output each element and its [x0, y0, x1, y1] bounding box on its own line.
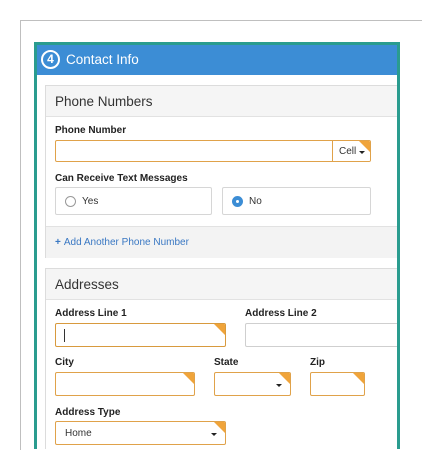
radio-option-yes[interactable]: Yes — [55, 187, 212, 215]
radio-no-label: No — [249, 196, 262, 207]
radio-checked-icon[interactable] — [232, 196, 243, 207]
addresses-section-title: Addresses — [55, 277, 119, 292]
radio-unchecked-icon[interactable] — [65, 196, 76, 207]
phone-number-label: Phone Number — [55, 125, 127, 136]
phone-section-title: Phone Numbers — [55, 94, 153, 109]
phone-numbers-section: Phone Numbers Phone Number Cell Can Rece… — [45, 85, 397, 258]
text-messages-label: Can Receive Text Messages — [55, 173, 188, 184]
phone-section-header: Phone Numbers — [46, 86, 397, 117]
panel-header: 4 Contact Info — [37, 45, 397, 75]
required-indicator-icon — [213, 422, 225, 438]
contact-info-panel: 4 Contact Info Phone Numbers Phone Numbe… — [34, 42, 400, 449]
address-line1-input[interactable] — [55, 323, 226, 347]
required-indicator-icon — [278, 373, 290, 389]
text-cursor — [64, 329, 65, 342]
radio-option-no[interactable]: No — [222, 187, 371, 215]
address-type-dropdown[interactable]: Home — [55, 421, 226, 445]
addresses-section-header: Addresses — [46, 269, 397, 300]
state-dropdown[interactable] — [214, 372, 291, 396]
radio-yes-label: Yes — [82, 196, 99, 207]
address-line2-label: Address Line 2 — [245, 308, 317, 319]
address-type-label: Address Type — [55, 407, 121, 418]
phone-type-dropdown[interactable]: Cell — [332, 141, 370, 161]
state-label: State — [214, 357, 239, 368]
panel-title: Contact Info — [66, 52, 139, 67]
phone-type-value: Cell — [339, 146, 357, 157]
step-badge: 4 — [41, 50, 60, 69]
required-indicator-icon — [213, 324, 225, 340]
city-label: City — [55, 357, 74, 368]
required-indicator-icon — [352, 373, 364, 389]
address-line2-input[interactable] — [245, 323, 397, 347]
add-phone-label: Add Another Phone Number — [63, 237, 189, 248]
plus-icon: + — [55, 237, 61, 248]
phone-number-field[interactable]: Cell — [55, 140, 371, 162]
required-indicator-icon — [182, 373, 194, 389]
address-line1-label: Address Line 1 — [55, 308, 127, 319]
required-indicator-icon — [358, 141, 370, 157]
city-input[interactable] — [55, 372, 195, 396]
zip-input[interactable] — [310, 372, 365, 396]
add-phone-link[interactable]: + Add Another Phone Number — [55, 237, 189, 248]
add-phone-bar: + Add Another Phone Number — [46, 226, 397, 258]
zip-label: Zip — [310, 357, 325, 368]
address-type-value: Home — [65, 428, 92, 439]
addresses-section: Addresses Address Line 1 Address Line 2 … — [45, 268, 397, 449]
